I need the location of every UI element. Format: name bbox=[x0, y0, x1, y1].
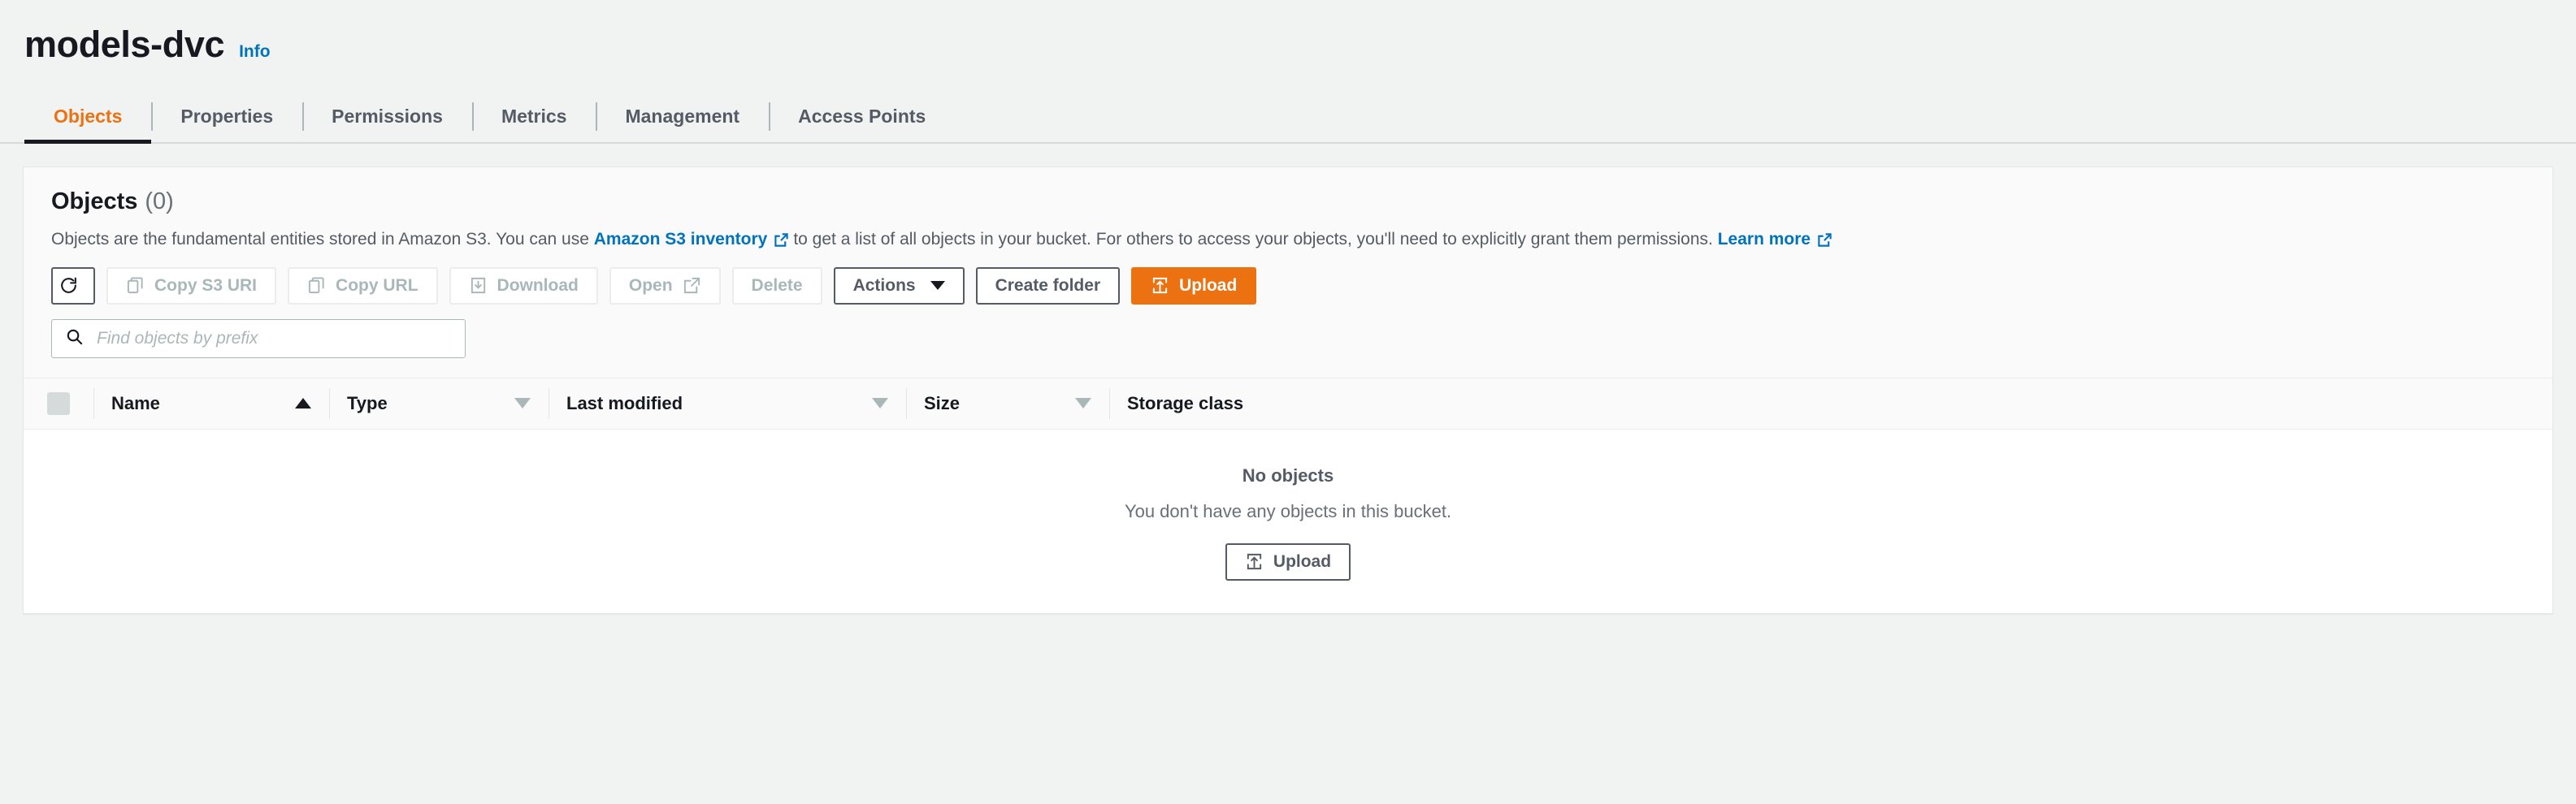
objects-count: (0) bbox=[145, 188, 173, 215]
empty-state-subtitle: You don't have any objects in this bucke… bbox=[24, 501, 2552, 522]
tab-properties[interactable]: Properties bbox=[151, 94, 302, 144]
objects-table: Name Type Last modified Size Storage cla… bbox=[24, 378, 2552, 613]
column-label-size: Size bbox=[924, 393, 960, 414]
objects-toolbar: Copy S3 URI Copy URL Download Open bbox=[24, 251, 2552, 305]
external-link-icon bbox=[1817, 231, 1832, 247]
external-link-icon bbox=[683, 276, 701, 295]
info-link[interactable]: Info bbox=[239, 42, 270, 62]
panel-description: Objects are the fundamental entities sto… bbox=[51, 228, 2525, 251]
empty-state-upload-button[interactable]: Upload bbox=[1225, 543, 1351, 581]
column-header-size[interactable]: Size bbox=[906, 378, 1109, 429]
delete-label: Delete bbox=[752, 276, 803, 296]
description-text-part2: to get a list of all objects in your buc… bbox=[793, 228, 1713, 251]
copy-url-button[interactable]: Copy URL bbox=[288, 267, 438, 305]
actions-label: Actions bbox=[853, 276, 916, 296]
objects-panel: Objects (0) Objects are the fundamental … bbox=[23, 166, 2553, 614]
upload-label: Upload bbox=[1179, 276, 1237, 296]
description-text-part1: Objects are the fundamental entities sto… bbox=[51, 228, 589, 251]
amazon-s3-inventory-link[interactable]: Amazon S3 inventory bbox=[594, 228, 768, 251]
copy-icon bbox=[307, 276, 326, 295]
tab-management[interactable]: Management bbox=[596, 94, 769, 144]
chevron-down-icon bbox=[930, 281, 945, 290]
external-link-icon bbox=[774, 231, 789, 247]
empty-state-upload-label: Upload bbox=[1273, 552, 1331, 572]
column-label-last-modified: Last modified bbox=[566, 393, 683, 414]
copy-s3-uri-label: Copy S3 URI bbox=[154, 276, 257, 296]
page-header: models-dvc Info bbox=[0, 0, 2576, 65]
download-button[interactable]: Download bbox=[449, 267, 598, 305]
column-header-storage-class[interactable]: Storage class bbox=[1109, 378, 2552, 429]
panel-header: Objects (0) Objects are the fundamental … bbox=[24, 167, 2552, 251]
table-body-empty-state: No objects You don't have any objects in… bbox=[24, 430, 2552, 613]
column-label-storage-class: Storage class bbox=[1127, 393, 1243, 414]
sort-descending-icon[interactable] bbox=[514, 398, 531, 408]
delete-button[interactable]: Delete bbox=[732, 267, 822, 305]
tab-metrics[interactable]: Metrics bbox=[472, 94, 596, 144]
download-label: Download bbox=[497, 276, 579, 296]
upload-button[interactable]: Upload bbox=[1131, 267, 1256, 305]
copy-icon bbox=[126, 276, 145, 295]
tab-permissions[interactable]: Permissions bbox=[302, 94, 472, 144]
page-title: models-dvc bbox=[24, 24, 224, 65]
refresh-icon bbox=[59, 275, 79, 296]
learn-more-link[interactable]: Learn more bbox=[1718, 228, 1811, 251]
tab-objects[interactable]: Objects bbox=[24, 94, 151, 144]
upload-icon bbox=[1151, 276, 1169, 295]
tab-access-points[interactable]: Access Points bbox=[769, 94, 955, 144]
search-row bbox=[24, 305, 2552, 378]
create-folder-label: Create folder bbox=[995, 276, 1101, 296]
open-label: Open bbox=[629, 276, 673, 296]
copy-url-label: Copy URL bbox=[336, 276, 418, 296]
column-label-type: Type bbox=[347, 393, 388, 414]
empty-state-title: No objects bbox=[24, 465, 2552, 486]
select-all-header bbox=[24, 378, 93, 429]
sort-ascending-icon[interactable] bbox=[295, 398, 311, 408]
panel-title: Objects bbox=[51, 188, 137, 215]
search-box[interactable] bbox=[51, 319, 466, 358]
upload-icon bbox=[1245, 552, 1264, 571]
search-input[interactable] bbox=[95, 328, 452, 349]
sort-descending-icon[interactable] bbox=[872, 398, 888, 408]
copy-s3-uri-button[interactable]: Copy S3 URI bbox=[106, 267, 276, 305]
download-icon bbox=[469, 276, 488, 295]
panel-title-row: Objects (0) bbox=[51, 188, 2525, 215]
create-folder-button[interactable]: Create folder bbox=[976, 267, 1121, 305]
table-header-row: Name Type Last modified Size Storage cla… bbox=[24, 378, 2552, 430]
sort-descending-icon[interactable] bbox=[1075, 398, 1091, 408]
column-header-last-modified[interactable]: Last modified bbox=[549, 378, 906, 429]
select-all-checkbox[interactable] bbox=[47, 392, 70, 415]
actions-button[interactable]: Actions bbox=[834, 267, 965, 305]
refresh-button[interactable] bbox=[51, 267, 95, 305]
column-label-name: Name bbox=[111, 393, 160, 414]
column-header-type[interactable]: Type bbox=[329, 378, 549, 429]
open-button[interactable]: Open bbox=[609, 267, 721, 305]
tab-bar: Objects Properties Permissions Metrics M… bbox=[0, 94, 2576, 144]
search-icon bbox=[65, 327, 84, 350]
column-header-name[interactable]: Name bbox=[93, 378, 329, 429]
